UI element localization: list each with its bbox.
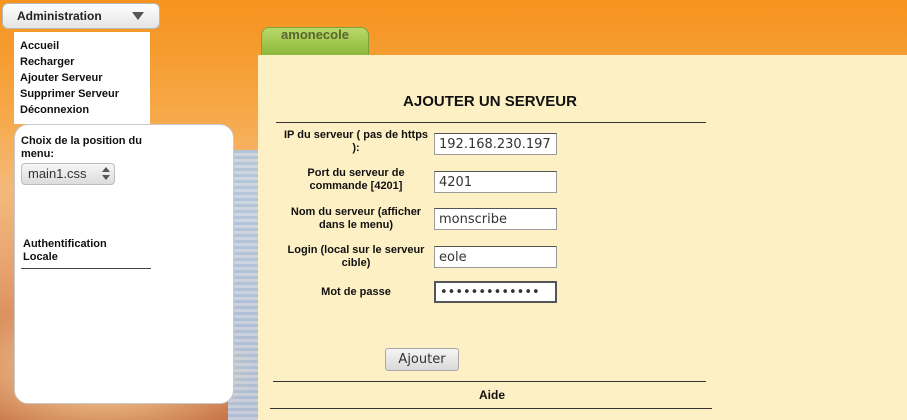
- page-title: AJOUTER UN SERVEUR: [403, 93, 577, 110]
- left-panel: Choix de la position du menu: main1.css …: [14, 124, 234, 404]
- login-label: Login (local sur le serveur cible): [287, 244, 425, 269]
- help-link[interactable]: Aide: [448, 388, 536, 402]
- bottom-divider-top: [273, 381, 706, 382]
- login-field[interactable]: [434, 246, 557, 268]
- css-select-value: main1.css: [28, 166, 87, 181]
- title-divider: [276, 122, 706, 123]
- menu-item-accueil[interactable]: Accueil: [14, 38, 150, 54]
- chevron-down-icon: [132, 12, 144, 20]
- admin-menu-list: Accueil Recharger Ajouter Serveur Suppri…: [14, 32, 150, 124]
- port-field[interactable]: [434, 171, 557, 193]
- main-content: AJOUTER UN SERVEUR IP du serveur ( pas d…: [258, 55, 907, 420]
- add-server-button[interactable]: Ajouter: [385, 348, 459, 371]
- ip-label: IP du serveur ( pas de https ):: [283, 129, 429, 154]
- menu-position-label: Choix de la position du menu:: [21, 135, 142, 160]
- menu-item-recharger[interactable]: Recharger: [14, 54, 150, 70]
- admin-dropdown-button[interactable]: Administration: [2, 3, 160, 29]
- bottom-divider-bottom: [270, 408, 712, 409]
- password-field[interactable]: [434, 281, 557, 303]
- auth-locale-link[interactable]: Authentification Locale: [23, 238, 143, 264]
- menu-item-deconnexion[interactable]: Déconnexion: [14, 102, 150, 118]
- admin-dropdown-label: Administration: [17, 9, 102, 23]
- port-label: Port du serveur de commande [4201]: [307, 167, 405, 192]
- select-arrows-icon: [102, 167, 110, 181]
- server-name-field[interactable]: [434, 208, 557, 230]
- password-label: Mot de passe: [321, 286, 391, 298]
- menu-item-ajouter-serveur[interactable]: Ajouter Serveur: [14, 70, 150, 86]
- auth-divider: [21, 268, 151, 269]
- tab-amonecole[interactable]: amonecole: [261, 27, 369, 55]
- tab-label: amonecole: [281, 27, 349, 42]
- ip-field[interactable]: [434, 133, 557, 155]
- css-select[interactable]: main1.css: [21, 163, 115, 185]
- server-name-label: Nom du serveur (afficher dans le menu): [290, 206, 422, 231]
- menu-item-supprimer-serveur[interactable]: Supprimer Serveur: [14, 86, 150, 102]
